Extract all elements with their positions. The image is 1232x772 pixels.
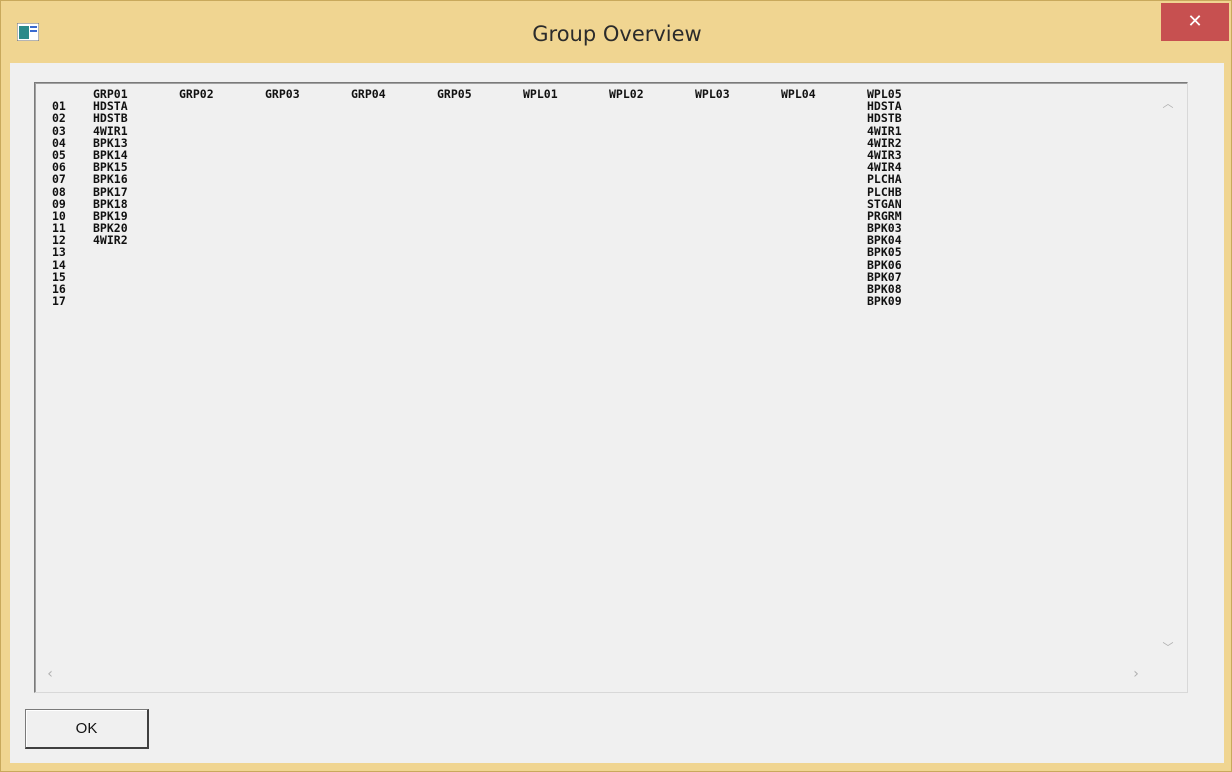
table-cell: 4WIR1 [867,123,902,138]
ok-button[interactable]: OK [25,709,149,749]
close-button[interactable]: ✕ [1161,3,1229,41]
window-title: Group Overview [532,22,702,46]
row-number: 08 [52,184,66,199]
column-header: WPL02 [609,87,644,101]
table-cell: 4WIR2 [93,233,128,248]
table-cell: 4WIR1 [93,123,128,138]
scroll-down-icon[interactable]: ﹀ [1161,639,1175,654]
group-overview-list[interactable]: GRP01 GRP02 GRP03 GRP04 GRP05 WPL01 WPL02 WPL03… [34,82,1188,693]
table-cell: HDSTB [867,111,902,126]
table-cell: PLCHB [867,184,902,199]
table-cell: PLCHA [867,172,902,187]
group-overview-window: Group Overview ✕ GRP01 GRP02 GRP03 GRP04 GRP… [0,0,1232,772]
row-number: 02 [52,111,66,126]
table-cell: BPK05 [867,245,902,260]
column-header: GRP03 [265,87,300,101]
table-cell: HDSTB [93,111,128,126]
dialog-client-area: GRP01 GRP02 GRP03 GRP04 GRP05 WPL01 WPL02 WPL03… [10,63,1224,763]
column-header: WPL04 [781,87,816,101]
title-bar[interactable]: Group Overview ✕ [1,1,1232,63]
column-header: GRP05 [437,87,472,101]
column-header: GRP02 [179,87,214,101]
table-cell: BPK09 [867,294,902,309]
scroll-up-icon[interactable]: ︿ [1161,95,1175,110]
row-number: 13 [52,245,66,260]
row-number: 17 [52,294,66,309]
column-header: WPL03 [695,87,730,101]
table-cell: BPK17 [93,184,128,199]
scroll-left-icon[interactable]: ‹ [43,666,57,682]
table-cell: BPK06 [867,257,902,272]
table-cell: BPK16 [93,172,128,187]
row-number: 14 [52,257,66,272]
column-header: WPL01 [523,87,558,101]
row-number: 03 [52,123,66,138]
column-header: GRP04 [351,87,386,101]
row-number: 07 [52,172,66,187]
scroll-right-icon[interactable]: › [1129,666,1143,682]
